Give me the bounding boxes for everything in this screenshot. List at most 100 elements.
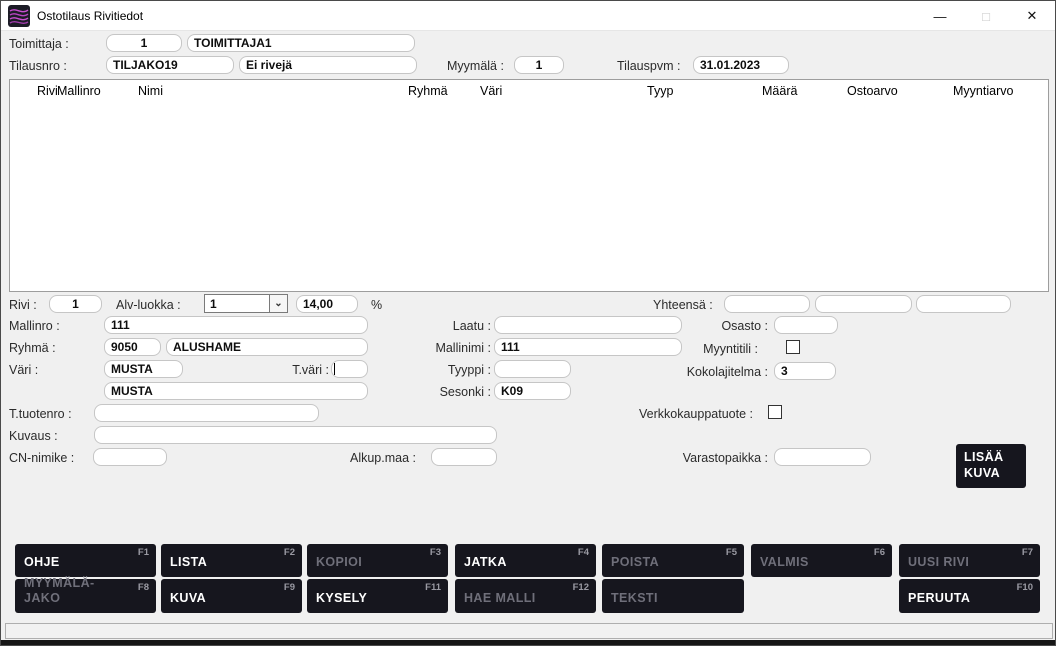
verkkokauppatuote-label: Verkkokauppatuote : (601, 407, 753, 421)
t-tuotenro-field[interactable] (94, 404, 319, 422)
kysely-button[interactable]: F11 KYSELY (307, 579, 448, 613)
peruuta-fkey: F10 (1017, 582, 1033, 593)
mallinro-field[interactable] (104, 316, 368, 334)
status-bar (5, 623, 1053, 639)
percent-sign: % (371, 298, 382, 312)
grid-col-nimi: Nimi (138, 84, 163, 98)
uusi-rivi-fkey: F7 (1022, 547, 1033, 558)
text-caret (334, 363, 335, 375)
order-rows-grid[interactable]: Rivi Mallinro Nimi Ryhmä Väri Tyyp Määrä… (9, 79, 1049, 292)
tilausnro-field[interactable] (106, 56, 234, 74)
ohje-button[interactable]: F1 OHJE (15, 544, 156, 577)
laatu-label: Laatu : (391, 319, 491, 333)
kuva-button[interactable]: F9 KUVA (161, 579, 302, 613)
sesonki-label: Sesonki : (391, 385, 491, 399)
ryhma-name-field[interactable] (166, 338, 368, 356)
varastopaikka-label: Varastopaikka : (631, 451, 768, 465)
varastopaikka-field[interactable] (774, 448, 871, 466)
vari-label: Väri : (9, 363, 38, 377)
osasto-field[interactable] (774, 316, 838, 334)
window-controls: — □ ✕ (917, 1, 1055, 31)
myymalajako-label: MYYMÄLÄ- JAKO (24, 576, 148, 607)
verkkokauppatuote-checkbox[interactable] (768, 405, 782, 419)
alv-luokka-label: Alv-luokka : (116, 298, 181, 312)
alkup-maa-field[interactable] (431, 448, 497, 466)
cn-nimike-field[interactable] (93, 448, 167, 466)
hae-malli-fkey: F12 (573, 582, 589, 593)
sesonki-field[interactable] (494, 382, 571, 400)
peruuta-button[interactable]: F10 PERUUTA (899, 579, 1040, 613)
grid-col-maara: Määrä (762, 84, 797, 98)
yhteensa-field-1[interactable] (724, 295, 810, 313)
grid-col-tyyp: Tyyp (647, 84, 673, 98)
grid-col-ryhma: Ryhmä (408, 84, 448, 98)
ryhma-code-field[interactable] (104, 338, 161, 356)
t-vari-field[interactable] (331, 360, 368, 378)
tilauspvm-label: Tilauspvm : (617, 59, 680, 73)
valmis-fkey: F6 (874, 547, 885, 558)
tyyppi-field[interactable] (494, 360, 571, 378)
peruuta-label: PERUUTA (908, 591, 1032, 607)
lista-fkey: F2 (284, 547, 295, 558)
lisaa-kuva-button[interactable]: LISÄÄ KUVA (956, 444, 1026, 488)
osasto-label: Osasto : (631, 319, 768, 333)
kuva-label: KUVA (170, 591, 294, 607)
alv-percent-field[interactable] (296, 295, 358, 313)
app-logo-icon (8, 5, 30, 27)
toimittaja-label: Toimittaja : (9, 37, 69, 51)
myymalajako-button: F8 MYYMÄLÄ- JAKO (15, 579, 156, 613)
kuva-fkey: F9 (284, 582, 295, 593)
tilausnro-status-field[interactable] (239, 56, 417, 74)
kopioi-fkey: F3 (430, 547, 441, 558)
vari-name-field[interactable] (104, 382, 368, 400)
teksti-button: TEKSTI (602, 579, 744, 613)
minimize-icon[interactable]: — (917, 1, 963, 31)
alv-luokka-value: 1 (205, 297, 269, 311)
grid-col-mallinro: Mallinro (57, 84, 101, 98)
grid-col-ostoarvo: Ostoarvo (847, 84, 898, 98)
teksti-label: TEKSTI (611, 591, 736, 607)
ohje-label: OHJE (24, 555, 148, 571)
kysely-fkey: F11 (425, 582, 441, 593)
jatka-button[interactable]: F4 JATKA (455, 544, 596, 577)
toimittaja-code-field[interactable] (106, 34, 182, 52)
kopioi-label: KOPIOI (316, 555, 440, 571)
vari-field[interactable] (104, 360, 183, 378)
tyyppi-label: Tyyppi : (391, 363, 491, 377)
poista-fkey: F5 (726, 547, 737, 558)
kysely-label: KYSELY (316, 591, 440, 607)
t-tuotenro-label: T.tuotenro : (9, 407, 72, 421)
ryhma-label: Ryhmä : (9, 341, 56, 355)
grid-col-myyntiarvo: Myyntiarvo (953, 84, 1013, 98)
window-title: Ostotilaus Rivitiedot (37, 9, 143, 23)
yhteensa-field-2[interactable] (815, 295, 912, 313)
lista-label: LISTA (170, 555, 294, 571)
close-icon[interactable]: ✕ (1009, 1, 1055, 31)
rivi-field[interactable] (49, 295, 102, 313)
valmis-label: VALMIS (760, 555, 884, 571)
myyntitili-label: Myyntitili : (631, 342, 758, 356)
ostotilaus-window: Ostotilaus Rivitiedot — □ ✕ Toimittaja :… (0, 0, 1056, 646)
title-bar: Ostotilaus Rivitiedot — □ ✕ (1, 1, 1055, 31)
kuvaus-label: Kuvaus : (9, 429, 58, 443)
hae-malli-label: HAE MALLI (464, 591, 588, 607)
kokolajitelma-label: Kokolajitelma : (631, 365, 768, 379)
yhteensa-field-3[interactable] (916, 295, 1011, 313)
alkup-maa-label: Alkup.maa : (316, 451, 416, 465)
myymala-field[interactable] (514, 56, 564, 74)
jatka-fkey: F4 (578, 547, 589, 558)
t-vari-label: T.väri : (271, 363, 329, 377)
mallinimi-label: Mallinimi : (391, 341, 491, 355)
lista-button[interactable]: F2 LISTA (161, 544, 302, 577)
kuvaus-field[interactable] (94, 426, 497, 444)
kokolajitelma-field[interactable] (774, 362, 836, 380)
taskbar-strip (1, 640, 1055, 646)
hae-malli-button: F12 HAE MALLI (455, 579, 596, 613)
chevron-down-icon[interactable]: ⌄ (269, 295, 287, 312)
toimittaja-name-field[interactable] (187, 34, 415, 52)
alv-luokka-select[interactable]: 1 ⌄ (204, 294, 288, 313)
kopioi-button: F3 KOPIOI (307, 544, 448, 577)
tilauspvm-field[interactable] (693, 56, 789, 74)
lisaa-kuva-label: LISÄÄ KUVA (964, 450, 1004, 480)
myyntitili-checkbox[interactable] (786, 340, 800, 354)
